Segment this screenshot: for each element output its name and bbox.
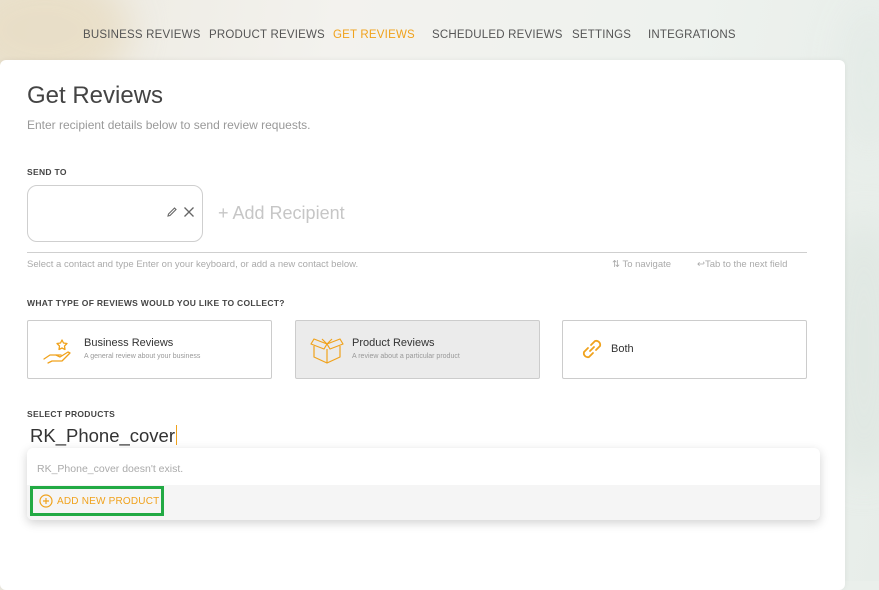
pencil-icon[interactable] [166, 206, 178, 218]
nav-scheduled-reviews[interactable]: SCHEDULED REVIEWS [432, 29, 563, 41]
nav-integrations[interactable]: INTEGRATIONS [648, 29, 736, 41]
nav-get-reviews[interactable]: GET REVIEWS [333, 29, 415, 41]
divider [27, 252, 807, 253]
page-title: Get Reviews [27, 82, 164, 109]
box-icon [310, 338, 344, 364]
navigate-hint: ⇅ To navigate [612, 259, 672, 270]
review-type-label: WHAT TYPE OF REVIEWS WOULD YOU LIKE TO C… [27, 298, 285, 308]
product-reviews-desc: A review about a particular product [352, 353, 460, 360]
business-reviews-option[interactable]: Business Reviews A general review about … [27, 320, 272, 379]
add-recipient-button[interactable]: + Add Recipient [218, 203, 345, 224]
nav-business-reviews[interactable]: BUSINESS REVIEWS [83, 29, 201, 41]
product-reviews-title: Product Reviews [352, 337, 435, 349]
both-title: Both [611, 343, 634, 355]
up-down-arrows-icon: ⇅ [612, 259, 623, 270]
nav-product-reviews[interactable]: PRODUCT REVIEWS [209, 29, 325, 41]
link-icon [582, 339, 602, 359]
add-new-product-label: ADD NEW PRODUCT [57, 495, 160, 507]
add-new-product-button[interactable]: ADD NEW PRODUCT [30, 486, 164, 516]
get-reviews-card: Get Reviews Enter recipient details belo… [0, 60, 845, 590]
send-to-label: SEND TO [27, 167, 67, 177]
product-search-input[interactable]: RK_Phone_cover [30, 425, 178, 447]
tab-hint: ↩Tab to the next field [697, 259, 788, 270]
business-reviews-desc: A general review about your business [84, 353, 201, 360]
return-arrow-icon: ↩ [697, 259, 705, 270]
select-products-label: SELECT PRODUCTS [27, 409, 116, 419]
product-not-found-message: RK_Phone_cover doesn't exist. [37, 463, 184, 475]
both-option[interactable]: Both [562, 320, 807, 379]
nav-settings[interactable]: SETTINGS [572, 29, 631, 41]
plus-circle-icon [39, 494, 53, 508]
text-caret [176, 425, 178, 445]
hand-star-icon [43, 339, 71, 364]
product-reviews-option[interactable]: Product Reviews A review about a particu… [295, 320, 540, 379]
page-subtitle: Enter recipient details below to send re… [27, 118, 311, 132]
business-reviews-title: Business Reviews [84, 337, 174, 349]
top-nav: BUSINESS REVIEWS PRODUCT REVIEWS GET REV… [0, 0, 879, 60]
send-to-hint: Select a contact and type Enter on your … [27, 259, 359, 270]
add-product-row: ADD NEW PRODUCT [27, 485, 820, 520]
close-icon[interactable] [183, 206, 195, 218]
recipient-input[interactable] [27, 185, 203, 242]
product-dropdown: RK_Phone_cover doesn't exist. ADD NEW PR… [27, 448, 820, 520]
